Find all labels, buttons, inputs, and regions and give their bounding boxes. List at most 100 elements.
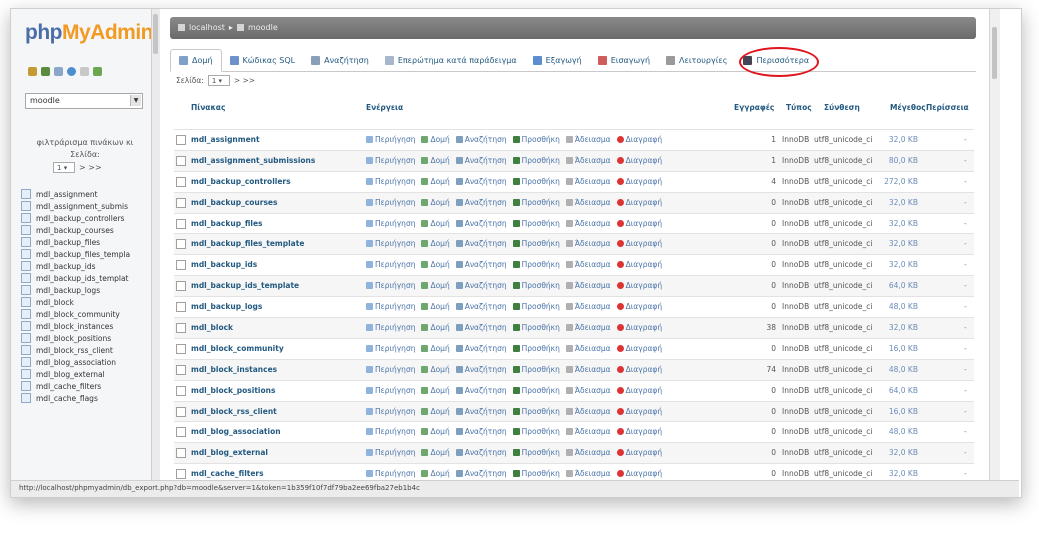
action-insert-link[interactable]: Προσθήκη [512,177,560,186]
row-checkbox[interactable] [176,302,186,313]
action-search-link[interactable]: Αναζήτηση [455,198,507,207]
pager-next-link[interactable]: > >> [234,76,255,85]
action-empty-link[interactable]: Άδειασμα [565,344,611,353]
row-checkbox[interactable] [176,343,186,354]
action-empty-link[interactable]: Άδειασμα [565,448,611,457]
table-name-link[interactable]: mdl_backup_controllers [191,177,291,186]
sql-icon[interactable] [54,67,63,76]
page-scrollbar-thumb[interactable] [992,27,997,79]
action-empty-link[interactable]: Άδειασμα [565,177,611,186]
table-name-link[interactable]: mdl_block [191,323,233,332]
row-size[interactable]: 64,0 KB [884,386,918,395]
action-empty-link[interactable]: Άδειασμα [565,386,611,395]
action-insert-link[interactable]: Προσθήκη [512,323,560,332]
action-empty-link[interactable]: Άδειασμα [565,469,611,478]
action-empty-link[interactable]: Άδειασμα [565,407,611,416]
row-size[interactable]: 32,0 KB [884,198,918,207]
action-browse-link[interactable]: Περιήγηση [366,448,415,457]
nav-scrollbar[interactable] [151,9,160,489]
action-empty-link[interactable]: Άδειασμα [565,198,611,207]
row-checkbox[interactable] [176,469,186,480]
action-insert-link[interactable]: Προσθήκη [512,427,560,436]
action-drop-link[interactable]: Διαγραφή [616,386,662,395]
row-size[interactable]: 16,0 KB [884,344,918,353]
action-insert-link[interactable]: Προσθήκη [512,407,560,416]
nav-table-item[interactable]: mdl_backup_files [21,236,151,248]
table-name-link[interactable]: mdl_block_rss_client [191,407,277,416]
row-size[interactable]: 32,0 KB [884,135,918,144]
nav-table-item[interactable]: mdl_blog_association [21,356,151,368]
nav-table-item[interactable]: mdl_backup_files_templa [21,248,151,260]
action-insert-link[interactable]: Προσθήκη [512,260,560,269]
header-records[interactable]: Εγγραφές [734,103,774,112]
table-name-link[interactable]: mdl_backup_files [191,219,263,228]
row-size[interactable]: 48,0 KB [884,302,918,311]
action-browse-link[interactable]: Περιήγηση [366,302,415,311]
header-size[interactable]: Μέγεθος [890,103,926,112]
action-browse-link[interactable]: Περιήγηση [366,281,415,290]
nav-table-item[interactable]: mdl_block_instances [21,320,151,332]
tab-wrench[interactable]: Λειτουργίες [658,50,735,70]
action-drop-link[interactable]: Διαγραφή [616,177,662,186]
nav-table-item[interactable]: mdl_backup_controllers [21,212,151,224]
action-empty-link[interactable]: Άδειασμα [565,365,611,374]
breadcrumb-server[interactable]: localhost [189,23,225,32]
nav-table-item[interactable]: mdl_backup_logs [21,284,151,296]
nav-table-item[interactable]: mdl_block_community [21,308,151,320]
phpmyadmin-logo[interactable]: phpMyAdmin [25,21,151,45]
table-name-link[interactable]: mdl_backup_courses [191,198,277,207]
action-browse-link[interactable]: Περιήγηση [366,135,415,144]
action-empty-link[interactable]: Άδειασμα [565,219,611,228]
nav-scrollbar-thumb[interactable] [153,14,158,54]
action-structure-link[interactable]: Δομή [421,344,450,353]
action-structure-link[interactable]: Δομή [421,469,450,478]
action-insert-link[interactable]: Προσθήκη [512,302,560,311]
row-size[interactable]: 32,0 KB [884,239,918,248]
action-empty-link[interactable]: Άδειασμα [565,135,611,144]
table-name-link[interactable]: mdl_block_community [191,344,284,353]
nav-page-select[interactable]: 1 ▾ [53,162,75,173]
docs-icon[interactable] [80,67,89,76]
action-structure-link[interactable]: Δομή [421,177,450,186]
action-structure-link[interactable]: Δομή [421,198,450,207]
row-checkbox[interactable] [176,427,186,438]
page-scrollbar[interactable] [989,9,1000,489]
action-drop-link[interactable]: Διαγραφή [616,239,662,248]
action-insert-link[interactable]: Προσθήκη [512,198,560,207]
action-browse-link[interactable]: Περιήγηση [366,156,415,165]
database-select[interactable]: moodle ▼ [25,93,143,109]
row-checkbox[interactable] [176,155,186,166]
action-drop-link[interactable]: Διαγραφή [616,135,662,144]
action-search-link[interactable]: Αναζήτηση [455,365,507,374]
action-insert-link[interactable]: Προσθήκη [512,344,560,353]
tab-structure[interactable]: Δομή [170,49,222,72]
action-drop-link[interactable]: Διαγραφή [616,302,662,311]
action-browse-link[interactable]: Περιήγηση [366,198,415,207]
action-insert-link[interactable]: Προσθήκη [512,281,560,290]
action-structure-link[interactable]: Δομή [421,219,450,228]
row-size[interactable]: 272,0 KB [884,177,918,186]
table-name-link[interactable]: mdl_blog_association [191,427,281,436]
page-select[interactable]: 1 ▾ [207,75,230,86]
row-size[interactable]: 32,0 KB [884,219,918,228]
action-browse-link[interactable]: Περιήγηση [366,239,415,248]
nav-table-item[interactable]: mdl_backup_ids [21,260,151,272]
action-search-link[interactable]: Αναζήτηση [455,323,507,332]
action-browse-link[interactable]: Περιήγηση [366,260,415,269]
table-name-link[interactable]: mdl_backup_ids_template [191,281,299,290]
action-empty-link[interactable]: Άδειασμα [565,239,611,248]
nav-table-item[interactable]: mdl_backup_courses [21,224,151,236]
action-structure-link[interactable]: Δομή [421,135,450,144]
action-drop-link[interactable]: Διαγραφή [616,469,662,478]
action-insert-link[interactable]: Προσθήκη [512,156,560,165]
nav-page-next-link[interactable]: > >> [79,163,102,172]
action-empty-link[interactable]: Άδειασμα [565,427,611,436]
table-name-link[interactable]: mdl_block_positions [191,386,275,395]
action-insert-link[interactable]: Προσθήκη [512,219,560,228]
nav-table-item[interactable]: mdl_assignment [21,188,151,200]
info-icon[interactable] [67,67,76,76]
row-checkbox[interactable] [176,364,186,375]
table-name-link[interactable]: mdl_backup_files_template [191,239,304,248]
tab-query[interactable]: Επερώτημα κατά παράδειγμα [377,50,525,70]
action-browse-link[interactable]: Περιήγηση [366,469,415,478]
